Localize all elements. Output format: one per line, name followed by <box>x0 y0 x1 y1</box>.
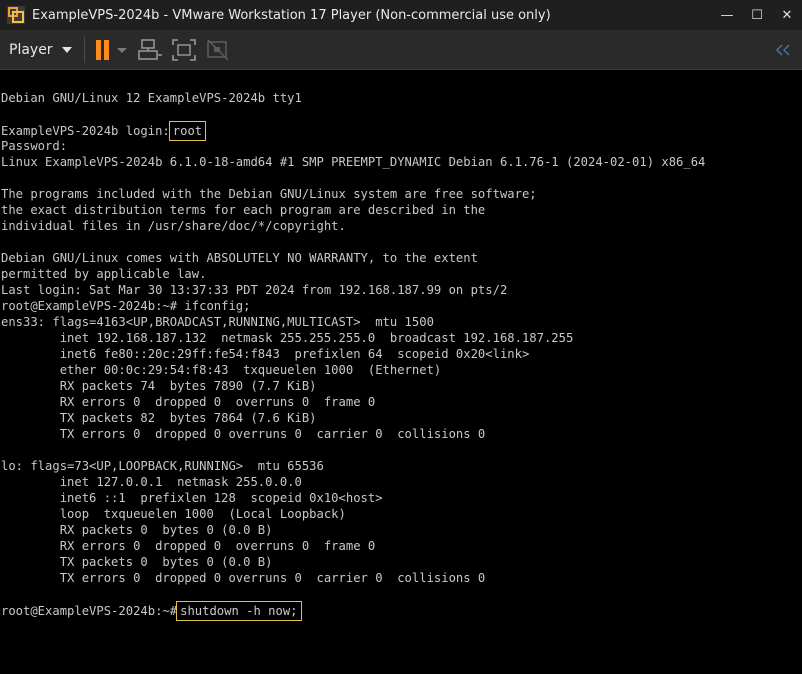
console-line: RX packets 0 bytes 0 (0.0 B) <box>1 523 273 537</box>
console-line: RX errors 0 dropped 0 overruns 0 frame 0 <box>1 539 376 553</box>
console-line: TX errors 0 dropped 0 overruns 0 carrier… <box>1 427 486 441</box>
pause-button[interactable] <box>95 36 129 64</box>
console-line: ens33: flags=4163<UP,BROADCAST,RUNNING,M… <box>1 315 434 329</box>
window-controls: — ☐ ✕ <box>712 0 802 30</box>
fullscreen-button[interactable] <box>171 36 197 64</box>
send-ctrl-alt-del-button[interactable] <box>137 36 163 64</box>
collapse-toolbar-button[interactable] <box>774 36 792 64</box>
chevron-down-icon <box>61 46 72 53</box>
console-line: the exact distribution terms for each pr… <box>1 203 486 217</box>
login-prompt-line: ExampleVPS-2024b login: root <box>1 121 705 141</box>
minimize-button[interactable]: — <box>712 0 742 30</box>
collapse-toolbar-icon <box>775 43 790 56</box>
title-bar: ExampleVPS-2024b - VMware Workstation 17… <box>0 0 802 30</box>
console-line: inet 192.168.187.132 netmask 255.255.255… <box>1 331 574 345</box>
console-line: Debian GNU/Linux 12 ExampleVPS-2024b tty… <box>1 91 302 105</box>
console-line: inet 127.0.0.1 netmask 255.0.0.0 <box>1 475 302 489</box>
console-line: The programs included with the Debian GN… <box>1 187 537 201</box>
console-line: lo: flags=73<UP,LOOPBACK,RUNNING> mtu 65… <box>1 459 324 473</box>
console-line: inet6 ::1 prefixlen 128 scopeid 0x10<hos… <box>1 491 383 505</box>
console-line: permitted by applicable law. <box>1 267 207 281</box>
console-line: Last login: Sat Mar 30 13:37:33 PDT 2024… <box>1 283 508 297</box>
console-line: TX packets 0 bytes 0 (0.0 B) <box>1 555 273 569</box>
window-title: ExampleVPS-2024b - VMware Workstation 17… <box>32 7 551 23</box>
console-line: RX errors 0 dropped 0 overruns 0 frame 0 <box>1 395 376 409</box>
console-line: Password: <box>1 139 68 153</box>
console-line: root@ExampleVPS-2024b:~# ifconfig; <box>1 299 251 313</box>
console-line: loop txqueuelen 1000 (Local Loopback) <box>1 507 346 521</box>
login-prompt: ExampleVPS-2024b login: <box>1 124 170 138</box>
command-prompt-line: root@ExampleVPS-2024b:~# shutdown -h now; <box>1 601 705 621</box>
toolbar: Player <box>0 30 802 70</box>
console-line: TX errors 0 dropped 0 overruns 0 carrier… <box>1 571 486 585</box>
console-output: Debian GNU/Linux 12 ExampleVPS-2024b tty… <box>1 90 706 621</box>
maximize-button[interactable]: ☐ <box>742 0 772 30</box>
fullscreen-icon <box>171 38 196 61</box>
shell-prompt: root@ExampleVPS-2024b:~# <box>1 604 178 618</box>
console-line: inet6 fe80::20c:29ff:fe54:f843 prefixlen… <box>1 347 530 361</box>
login-input[interactable]: root <box>168 121 207 141</box>
console-line: TX packets 82 bytes 7864 (7.6 KiB) <box>1 411 317 425</box>
command-input[interactable]: shutdown -h now; <box>176 601 302 621</box>
unity-button[interactable] <box>205 36 231 64</box>
console-line: Debian GNU/Linux comes with ABSOLUTELY N… <box>1 251 478 265</box>
unity-icon <box>206 38 229 61</box>
close-button[interactable]: ✕ <box>772 0 802 30</box>
vm-console[interactable]: Debian GNU/Linux 12 ExampleVPS-2024b tty… <box>0 71 802 674</box>
console-line: RX packets 74 bytes 7890 (7.7 KiB) <box>1 379 317 393</box>
vmware-logo-icon <box>7 6 25 24</box>
send-ctrl-alt-del-icon <box>137 38 162 60</box>
console-line: individual files in /usr/share/doc/*/cop… <box>1 219 346 233</box>
toolbar-divider <box>83 36 85 63</box>
console-line: ether 00:0c:29:54:f8:43 txqueuelen 1000 … <box>1 363 442 377</box>
console-line: Linux ExampleVPS-2024b 6.1.0-18-amd64 #1… <box>1 155 706 169</box>
pause-icon <box>95 39 127 60</box>
player-menu-label: Player <box>9 41 53 58</box>
player-menu-button[interactable]: Player <box>9 36 72 64</box>
